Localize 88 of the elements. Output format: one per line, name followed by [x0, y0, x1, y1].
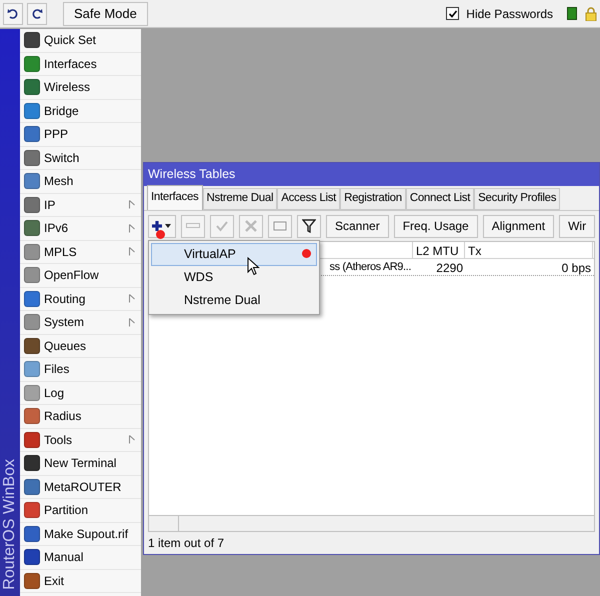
menu-item[interactable]: Exit: [20, 570, 141, 593]
table-cell-text: 2290: [436, 260, 463, 275]
menu-item-icon: [24, 478, 40, 495]
menu-item-icon: [24, 102, 40, 119]
padlock-icon: [585, 6, 597, 20]
menu-item[interactable]: Manual: [20, 546, 141, 570]
dropdown-item[interactable]: WDS: [151, 266, 317, 289]
toolbar-button[interactable]: Alignment: [482, 214, 554, 238]
menu-item-icon: [24, 572, 40, 589]
add-icon: [150, 219, 174, 233]
safe-mode-button[interactable]: Safe Mode: [63, 2, 148, 26]
dropdown-item[interactable]: VirtualAP: [151, 243, 317, 266]
redo-button[interactable]: [27, 2, 47, 24]
menu-item-icon: [24, 408, 40, 424]
undo-icon: [7, 8, 19, 20]
table-cell-text: ss (Atheros AR9...: [330, 260, 411, 275]
menu-item[interactable]: MPLS: [20, 240, 141, 264]
status-text: 1 item out of 7: [147, 535, 226, 552]
menu-item-icon: [24, 244, 40, 260]
tab[interactable]: Nstreme Dual: [202, 188, 278, 210]
menu-item-icon: [24, 267, 40, 284]
redo-icon: [31, 8, 43, 20]
menu-item-icon: [24, 196, 40, 213]
menu-item[interactable]: New Terminal: [20, 452, 141, 476]
column-header[interactable]: L2 MTU: [416, 244, 459, 258]
menu-item[interactable]: Make Supout.rif: [20, 522, 141, 546]
mouse-pointer-icon: [247, 257, 260, 276]
menu-item-icon: [24, 290, 40, 307]
filter-button[interactable]: [297, 214, 321, 238]
menu-item[interactable]: Routing: [20, 288, 141, 311]
hide-passwords-checkbox[interactable]: [446, 7, 460, 20]
toolbar-button[interactable]: Freq. Usage: [394, 214, 478, 238]
menu-item[interactable]: System: [20, 311, 141, 334]
menu-item-icon: [24, 361, 40, 378]
menu-item[interactable]: OpenFlow: [20, 264, 141, 288]
menu-item-icon: [24, 220, 40, 236]
menu-item[interactable]: Wireless: [20, 76, 141, 100]
menu-item[interactable]: Quick Set: [20, 29, 141, 52]
menu-item[interactable]: Interfaces: [20, 52, 141, 76]
menu-item[interactable]: Partition: [20, 499, 141, 522]
hide-passwords-label: Hide Passwords: [466, 6, 553, 22]
toolbar-button[interactable]: Wir: [559, 214, 596, 238]
menu-item-icon: [24, 173, 40, 190]
menu-item-icon: [24, 432, 40, 448]
menu-item-icon: [24, 126, 40, 142]
menu-item[interactable]: IPv6: [20, 217, 141, 240]
comment-button[interactable]: [268, 214, 292, 238]
menu-item-icon: [24, 79, 40, 96]
menu-item-icon: [24, 502, 40, 518]
toolbar-button[interactable]: Scanner: [326, 214, 389, 238]
tab[interactable]: Access List: [277, 188, 340, 210]
menu-item[interactable]: Switch: [20, 146, 141, 170]
menu-item-icon: [24, 526, 40, 542]
disable-icon: [244, 219, 258, 233]
menu-item-icon: [24, 338, 40, 354]
remove-icon: [186, 223, 200, 229]
menu-item[interactable]: Tools: [20, 428, 141, 452]
comment-icon: [273, 220, 287, 232]
column-header[interactable]: Tx: [468, 244, 482, 258]
tab[interactable]: Interfaces: [147, 185, 202, 210]
filter-icon: [302, 219, 316, 233]
menu-item[interactable]: Queues: [20, 334, 141, 358]
menu-item-icon: [24, 384, 40, 401]
menu-item-icon: [24, 549, 40, 566]
table-cell-text: 0 bps: [562, 260, 591, 275]
undo-button[interactable]: [3, 2, 23, 24]
menu-item[interactable]: IP: [20, 194, 141, 217]
menu-item[interactable]: MetaROUTER: [20, 476, 141, 499]
status-indicator-icon: [567, 7, 577, 20]
menu-item[interactable]: Log: [20, 382, 141, 405]
dropdown-item[interactable]: Nstreme Dual: [151, 289, 317, 312]
menu-item-icon: [24, 56, 40, 72]
window-title: Wireless Tables: [144, 163, 599, 186]
tab[interactable]: Connect List: [406, 188, 474, 210]
menu-item[interactable]: PPP: [20, 123, 141, 146]
menu-item[interactable]: Radius: [20, 405, 141, 428]
menu-item[interactable]: Mesh: [20, 170, 141, 194]
tab[interactable]: Registration: [340, 188, 406, 210]
menu-item-icon: [24, 150, 40, 166]
tab[interactable]: Security Profiles: [474, 188, 560, 210]
menu-item[interactable]: Files: [20, 358, 141, 382]
horizontal-scrollbar[interactable]: [149, 515, 594, 531]
side-band-label: RouterOS WinBox: [0, 459, 19, 590]
menu-item-icon: [24, 314, 40, 330]
enable-icon: [215, 219, 229, 233]
menu-item-icon: [24, 455, 40, 472]
menu-item-icon: [24, 32, 40, 48]
menu-item[interactable]: Bridge: [20, 100, 141, 123]
